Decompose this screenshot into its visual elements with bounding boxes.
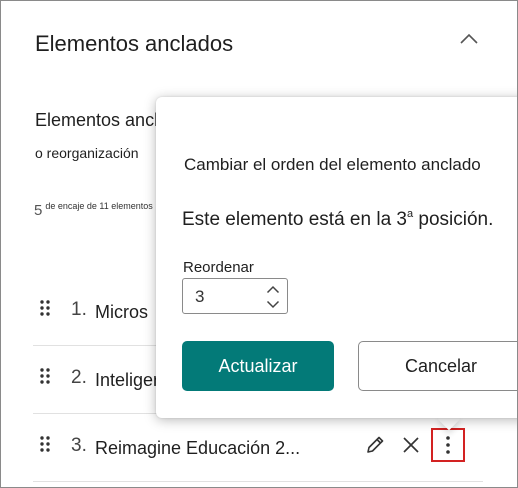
- chevron-up-icon: [460, 33, 478, 44]
- divider: [33, 481, 483, 482]
- increment-button[interactable]: [263, 282, 283, 296]
- decrement-button[interactable]: [263, 297, 283, 311]
- edit-button[interactable]: [361, 431, 389, 459]
- list-item-number: 1.: [71, 299, 87, 320]
- item-count-number: 5: [34, 202, 43, 219]
- drag-handle[interactable]: [37, 366, 53, 386]
- pinned-items-panel: Elementos anclados Elementos anclados o …: [0, 0, 518, 488]
- chevron-down-icon: [266, 300, 280, 308]
- drag-handle[interactable]: [37, 434, 53, 454]
- chevron-up-icon: [266, 285, 280, 293]
- more-vertical-icon: [446, 436, 450, 454]
- popup-title: Cambiar el orden del elemento anclado: [184, 155, 481, 174]
- list-item-number: 2.: [71, 367, 87, 388]
- reorder-popup: Cambiar el orden del elemento anclado Es…: [156, 97, 517, 418]
- drag-handle-icon: [40, 368, 50, 384]
- item-count: 5 de encaje de 11 elementos: [34, 201, 153, 220]
- item-count-text: de encaje de 11 elementos: [45, 201, 153, 211]
- reorder-value[interactable]: 3: [195, 287, 204, 307]
- pencil-icon: [367, 436, 384, 453]
- position-status-suffix: posición.: [413, 209, 494, 230]
- section-subtitle: o reorganización: [35, 145, 139, 161]
- list-item-label[interactable]: Reimagine Educación 2...: [95, 438, 300, 459]
- drag-handle-icon: [40, 300, 50, 316]
- remove-button[interactable]: [397, 431, 425, 459]
- position-status: Este elemento está en la 3a posición.: [182, 208, 493, 231]
- reorder-stepper[interactable]: 3: [182, 278, 288, 314]
- update-button[interactable]: Actualizar: [182, 341, 334, 391]
- drag-handle[interactable]: [37, 298, 53, 318]
- list-item-label[interactable]: Micros: [95, 302, 148, 323]
- more-options-button[interactable]: [434, 431, 462, 459]
- position-status-prefix: Este elemento está en la 3: [182, 209, 407, 230]
- collapse-button[interactable]: [457, 27, 481, 51]
- close-icon: [403, 437, 419, 453]
- reorder-label: Reordenar: [183, 259, 254, 276]
- panel-title: Elementos anclados: [35, 31, 234, 56]
- list-item-number: 3.: [71, 435, 87, 456]
- cancel-button[interactable]: Cancelar: [358, 341, 517, 391]
- drag-handle-icon: [40, 436, 50, 452]
